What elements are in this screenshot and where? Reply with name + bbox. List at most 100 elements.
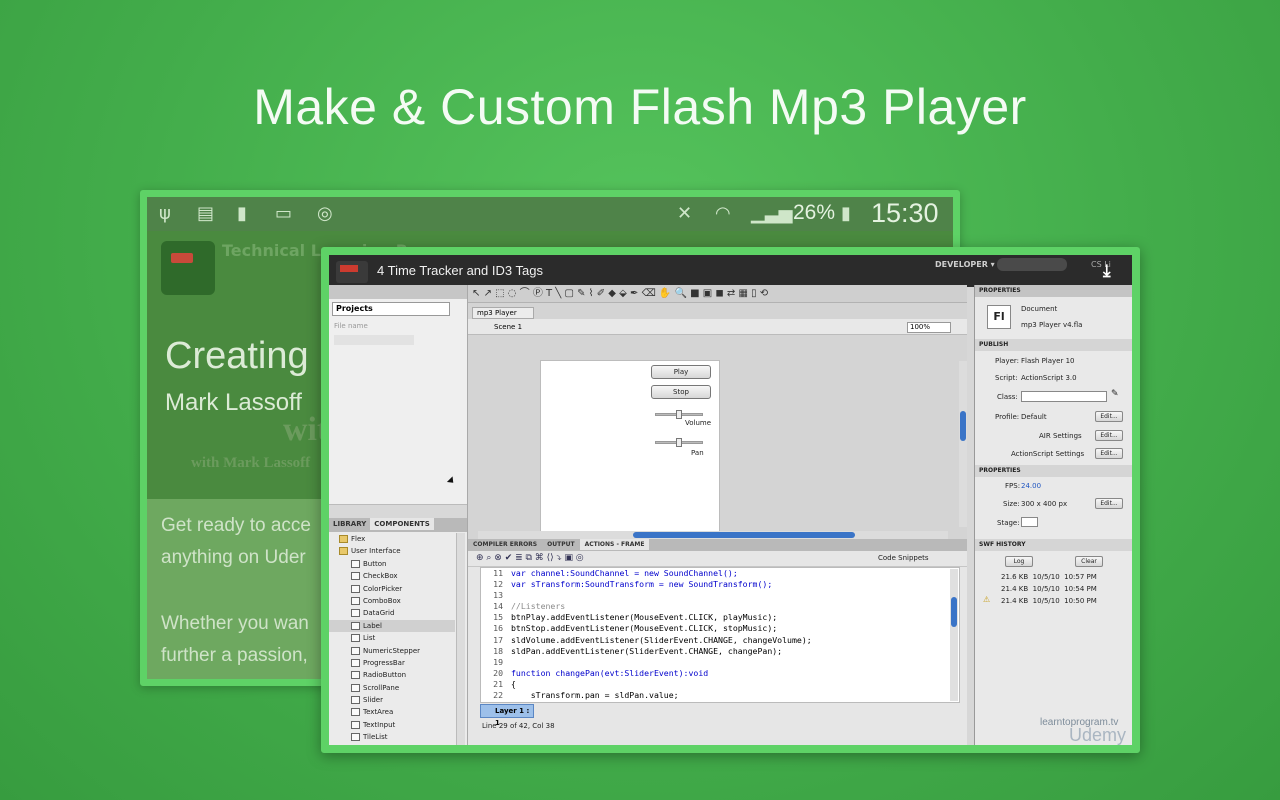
class-input[interactable] xyxy=(1021,391,1107,402)
projects-panel-header xyxy=(329,285,467,299)
component-item[interactable]: DataGrid xyxy=(329,607,455,619)
tab-output[interactable]: OUTPUT xyxy=(542,539,579,550)
volume-slider-thumb[interactable] xyxy=(676,410,682,419)
tools-toolbar[interactable]: ↖ ↗ ⬚ ◌ ⌒ Ⓟ T ╲ ▢ ✎ ⌇ ✐ ◆ ⬙ ✒ ⌫ ✋ 🔍 ■ ▣ … xyxy=(468,285,967,303)
code-line[interactable]: 21 { xyxy=(481,679,959,690)
size-edit-button[interactable]: Edit... xyxy=(1095,498,1123,509)
code-scroll-thumb[interactable] xyxy=(951,597,957,627)
component-label: ProgressBar xyxy=(363,658,405,667)
document-tab[interactable]: mp3 Player v4.fla xyxy=(472,307,534,327)
component-item[interactable]: RadioButton xyxy=(329,669,455,681)
code-text: sldVolume.addEventListener(SliderEvent.C… xyxy=(511,634,812,645)
stage-canvas[interactable]: Play Stop Volume Pan xyxy=(540,360,720,539)
code-snippets-button[interactable]: Code Snippets xyxy=(878,554,929,562)
document-name: mp3 Player v4.fla xyxy=(1021,321,1083,329)
properties-panel: PROPERTIES Fl Document mp3 Player v4.fla… xyxy=(974,285,1132,745)
clear-button[interactable]: Clear xyxy=(1075,556,1103,567)
component-item[interactable]: CheckBox xyxy=(329,570,455,582)
fps-value[interactable]: 24.00 xyxy=(1021,482,1041,490)
stage-horizontal-scrollbar[interactable] xyxy=(478,531,948,539)
scene-label[interactable]: Scene 1 xyxy=(494,323,522,331)
line-number: 14 xyxy=(493,601,503,612)
stage-horizontal-thumb[interactable] xyxy=(633,532,855,538)
properties-section-header[interactable]: PROPERTIES xyxy=(975,465,1132,477)
pan-slider-thumb[interactable] xyxy=(676,438,682,447)
udemy-logo-icon xyxy=(336,261,368,283)
component-label: RadioButton xyxy=(363,671,407,680)
code-text: btnPlay.addEventListener(MouseEvent.CLIC… xyxy=(511,612,778,623)
component-item[interactable]: ProgressBar xyxy=(329,657,455,669)
tab-components[interactable]: COMPONENTS xyxy=(370,518,434,530)
component-icon xyxy=(351,658,360,667)
projects-dropdown[interactable]: Projects xyxy=(332,302,450,316)
layer-tab[interactable]: Layer 1 : 1 xyxy=(480,704,534,727)
component-item[interactable]: ScrollPane xyxy=(329,682,455,694)
tab-actions-frame[interactable]: ACTIONS - FRAME xyxy=(579,539,650,550)
tab-library[interactable]: LIBRARY xyxy=(329,518,370,530)
component-item[interactable]: List xyxy=(329,632,455,644)
tab-compiler-errors[interactable]: COMPILER ERRORS xyxy=(468,539,542,550)
component-item[interactable]: Label xyxy=(329,619,455,633)
log-button[interactable]: Log xyxy=(1005,556,1033,567)
description-line: Whether you wan xyxy=(161,613,309,634)
library-scrollbar[interactable] xyxy=(456,533,465,745)
code-line[interactable]: 20 function changePan(evt:SliderEvent):vo… xyxy=(481,668,959,679)
publish-section-header[interactable]: PUBLISH xyxy=(975,339,1132,351)
pencil-icon[interactable]: ✎ xyxy=(1111,389,1119,399)
component-item[interactable]: TileList xyxy=(329,731,455,743)
line-number: 13 xyxy=(493,590,503,601)
stage-vertical-scrollbar[interactable] xyxy=(959,361,967,527)
code-line[interactable]: 17 sldVolume.addEventListener(SliderEvent… xyxy=(481,635,959,646)
component-icon xyxy=(351,683,360,692)
stop-button[interactable]: Stop xyxy=(651,385,711,399)
component-item[interactable]: NumericStepper xyxy=(329,645,455,657)
volume-slider[interactable] xyxy=(655,410,703,419)
component-item[interactable]: TextArea xyxy=(329,706,455,718)
component-item[interactable]: Slider xyxy=(329,694,455,706)
projects-footer xyxy=(329,504,467,518)
workspace-switcher[interactable]: DEVELOPER ▾ xyxy=(935,260,995,269)
air-settings-edit-button[interactable]: Edit... xyxy=(1095,430,1123,441)
actions-tool-icons[interactable]: ⊕ ⌕ ⊗ ✔ ≣ ⧉ ⌘ ⟨⟩ ⤵ ▣ ◎ xyxy=(476,553,584,563)
stage-color-swatch[interactable] xyxy=(1021,517,1038,527)
code-line[interactable]: 18 sldPan.addEventListener(SliderEvent.CH… xyxy=(481,646,959,657)
component-item[interactable]: UILoader xyxy=(329,744,455,753)
component-label: Slider xyxy=(363,696,383,705)
as-settings-label: ActionScript Settings xyxy=(1011,450,1085,458)
code-line[interactable]: 15 btnPlay.addEventListener(MouseEvent.CL… xyxy=(481,612,959,623)
code-editor[interactable]: 11 var channel:SoundChannel = new SoundCh… xyxy=(480,567,960,703)
zoom-select[interactable]: 100% xyxy=(907,322,951,333)
profile-value: Default xyxy=(1021,413,1047,421)
selection-tool-icon[interactable]: ↖ xyxy=(472,288,480,299)
component-item[interactable]: ComboBox xyxy=(329,595,455,607)
code-scrollbar[interactable] xyxy=(950,569,958,701)
code-line[interactable]: 13 xyxy=(481,590,959,601)
profile-edit-button[interactable]: Edit... xyxy=(1095,411,1123,422)
project-file-row[interactable] xyxy=(334,335,414,345)
component-item[interactable]: TextInput xyxy=(329,719,455,731)
volume-label: Volume xyxy=(685,419,712,427)
flash-document-icon: Fl xyxy=(987,305,1011,329)
code-line[interactable]: 11 var channel:SoundChannel = new SoundCh… xyxy=(481,568,959,579)
pan-slider[interactable] xyxy=(655,438,703,447)
code-line[interactable]: 16 btnStop.addEventListener(MouseEvent.CL… xyxy=(481,623,959,634)
code-line[interactable]: 22 sTransform.pan = sldPan.value; xyxy=(481,690,959,701)
component-item[interactable]: User Interface xyxy=(329,545,455,557)
code-line[interactable]: 19 xyxy=(481,657,959,668)
component-icon xyxy=(351,720,360,729)
component-item[interactable]: Flex xyxy=(329,533,455,545)
component-label: List xyxy=(363,634,376,643)
line-number: 12 xyxy=(493,579,503,590)
component-item[interactable]: ColorPicker xyxy=(329,583,455,595)
help-search-input[interactable] xyxy=(997,258,1067,271)
history-time: 10:50 PM xyxy=(1064,597,1097,605)
component-icon xyxy=(351,746,360,753)
component-item[interactable]: Button xyxy=(329,558,455,570)
swf-history-header[interactable]: SWF HISTORY xyxy=(975,539,1132,551)
download-icon[interactable]: ⤓ xyxy=(1103,263,1111,280)
as-settings-edit-button[interactable]: Edit... xyxy=(1095,448,1123,459)
play-button[interactable]: Play xyxy=(651,365,711,379)
stage-vertical-thumb[interactable] xyxy=(960,411,966,441)
code-line[interactable]: 14 //Listeners xyxy=(481,601,959,612)
code-line[interactable]: 12 var sTransform:SoundTransform = new So… xyxy=(481,579,959,590)
